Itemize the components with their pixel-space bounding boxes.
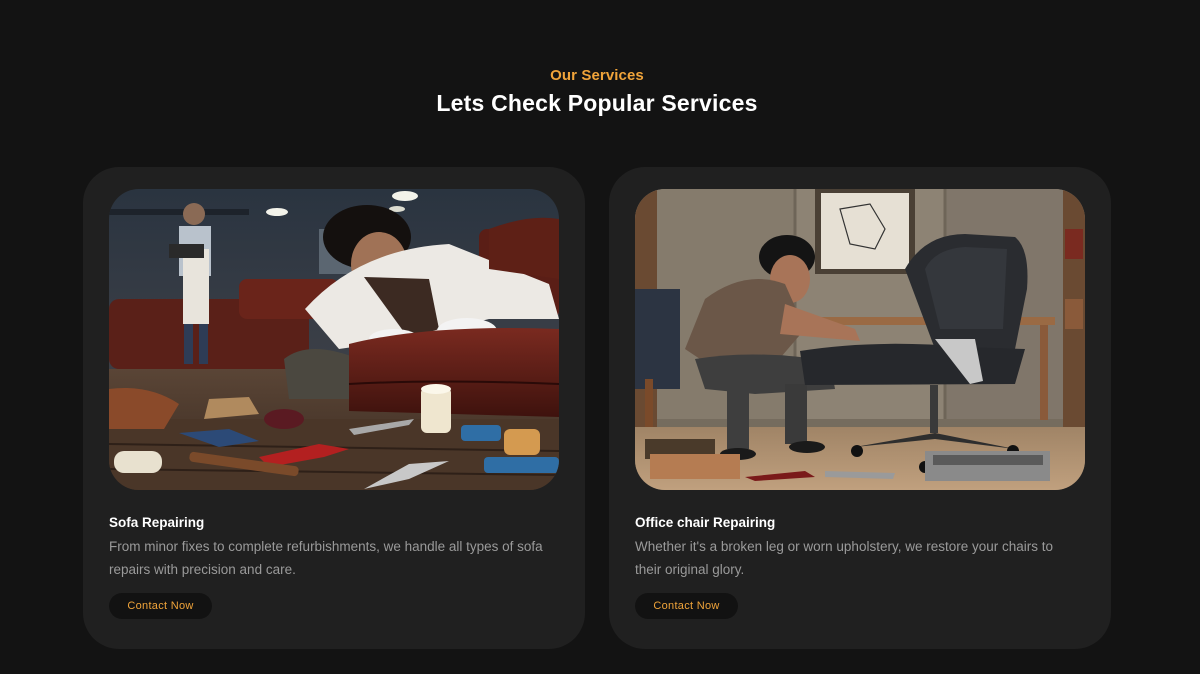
contact-now-button[interactable]: Contact Now: [635, 593, 738, 619]
sofa-repair-image: [109, 189, 559, 490]
service-description: From minor fixes to complete refurbishme…: [109, 539, 543, 577]
service-title: Office chair Repairing: [635, 515, 776, 530]
section-heading: Lets Check Popular Services: [436, 90, 758, 116]
service-card-sofa: Sofa Repairing From minor fixes to compl…: [83, 167, 585, 649]
service-title: Sofa Repairing: [109, 515, 205, 530]
contact-now-button[interactable]: Contact Now: [109, 593, 212, 619]
section-eyebrow: Our Services: [550, 67, 644, 84]
service-description: Whether it's a broken leg or worn uphols…: [635, 539, 1054, 577]
office-chair-repair-image: [635, 189, 1085, 490]
service-card-office-chair: Office chair Repairing Whether it's a br…: [609, 167, 1111, 649]
services-section: Our Services Lets Check Popular Services: [0, 0, 1200, 674]
